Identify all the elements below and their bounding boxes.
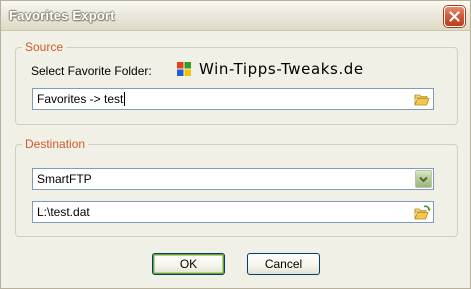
favorite-folder-field[interactable]: Favorites -> test <box>32 88 434 110</box>
select-folder-label: Select Favorite Folder: <box>31 64 152 78</box>
destination-group-label: Destination <box>22 137 89 151</box>
ok-button[interactable]: OK <box>152 253 225 275</box>
destination-path-value: L:\test.dat <box>37 205 90 219</box>
folder-refresh-icon <box>413 205 431 219</box>
browse-destination-button[interactable] <box>413 204 431 220</box>
browse-folder-button[interactable] <box>413 91 431 107</box>
favorite-folder-value-wrap: Favorites -> test <box>37 92 429 107</box>
chevron-down-icon <box>419 176 428 182</box>
close-button[interactable] <box>444 6 465 27</box>
source-group: Source <box>15 40 458 125</box>
folder-open-icon <box>414 94 430 105</box>
title-bar[interactable]: Favorites Export <box>1 1 470 31</box>
favorite-folder-value: Favorites -> test <box>37 91 124 106</box>
source-group-label: Source <box>22 40 67 54</box>
destination-path-field[interactable]: L:\test.dat <box>32 201 434 223</box>
favorites-export-dialog: Favorites Export Source Select Favorite … <box>0 0 471 289</box>
close-icon <box>449 11 460 22</box>
export-format-value: SmartFTP <box>37 172 92 186</box>
brand: Win-Tipps-Tweaks.de <box>176 60 364 78</box>
brand-text: Win-Tipps-Tweaks.de <box>199 60 364 78</box>
text-caret <box>124 92 126 107</box>
windows-flag-icon <box>177 62 191 76</box>
dropdown-button[interactable] <box>415 170 432 188</box>
destination-group: Destination <box>15 137 458 237</box>
window-title: Favorites Export <box>9 8 115 23</box>
cancel-button[interactable]: Cancel <box>247 253 320 275</box>
export-format-select[interactable]: SmartFTP <box>32 168 434 190</box>
